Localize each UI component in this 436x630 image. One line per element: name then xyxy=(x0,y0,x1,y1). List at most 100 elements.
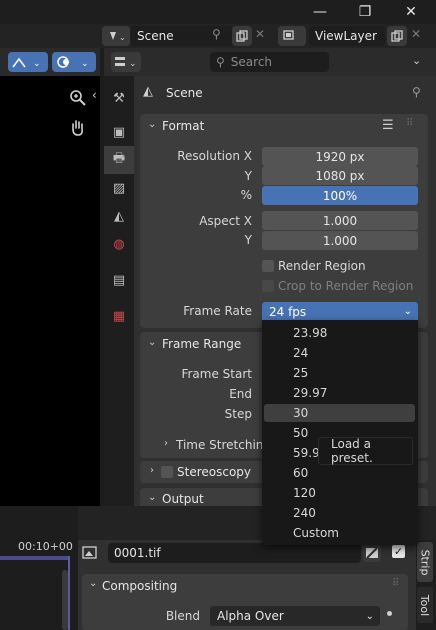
pin-icon[interactable]: ⚲ xyxy=(412,85,421,99)
pan-hand-icon[interactable] xyxy=(68,118,88,138)
tab-collection[interactable]: ▤ xyxy=(104,266,134,294)
tab-tool[interactable]: ⚒ xyxy=(104,84,134,112)
collapse-arrow-icon[interactable]: ⌄ xyxy=(148,119,156,130)
unlink-scene-icon[interactable]: ✕ xyxy=(255,27,269,45)
expand-arrow-icon[interactable]: › xyxy=(164,438,168,449)
scene-icon: ⌄ xyxy=(110,32,125,42)
properties-editor-icon: ⌄ xyxy=(115,57,137,69)
close-button[interactable]: ✕ xyxy=(399,2,423,22)
crop-region-checkbox[interactable] xyxy=(262,280,274,292)
compositing-title[interactable]: Compositing xyxy=(102,579,177,593)
strip-type-button[interactable] xyxy=(363,544,381,562)
tab-tool-sidebar[interactable]: Tool xyxy=(417,587,433,623)
copy-icon xyxy=(391,30,403,42)
gizmo-toggle-button[interactable]: ⌄ xyxy=(8,52,48,72)
frame-rate-value: 24 fps xyxy=(269,304,307,319)
viewlayer-browse-button[interactable] xyxy=(278,26,306,46)
tab-strip[interactable]: Strip xyxy=(417,542,433,582)
playhead-line[interactable] xyxy=(68,556,70,630)
time-readout: 00:10+00 xyxy=(18,540,73,553)
world-icon: ◍ xyxy=(113,236,125,252)
new-viewlayer-button[interactable] xyxy=(387,26,407,46)
tab-scene[interactable]: ◭ xyxy=(104,202,134,230)
render-region-checkbox[interactable] xyxy=(262,260,274,272)
options-dropdown-icon[interactable]: ⌄ xyxy=(412,54,421,67)
chevron-down-icon: ⌄ xyxy=(403,306,412,317)
resolution-x-label: Resolution X xyxy=(177,149,252,163)
new-scene-button[interactable] xyxy=(232,26,252,46)
frame-step-label: Step xyxy=(224,407,252,421)
svg-text:⌄: ⌄ xyxy=(119,33,125,42)
aspect-y-field[interactable]: 1.000 xyxy=(262,231,418,250)
frame-rate-option[interactable]: 23.98 xyxy=(264,324,415,342)
resolution-percent-slider[interactable]: 100% xyxy=(262,186,418,205)
scene-icon: ◭ xyxy=(143,84,153,99)
zoom-icon[interactable] xyxy=(68,88,88,108)
tab-render[interactable]: ▣ xyxy=(104,118,134,146)
render-region-label[interactable]: Render Region xyxy=(278,259,366,273)
tab-world[interactable]: ◍ xyxy=(104,230,134,258)
blend-mode-value: Alpha Over xyxy=(217,609,284,623)
aspect-y-label: Y xyxy=(244,233,252,247)
collapse-arrow-icon[interactable]: ⌄ xyxy=(89,578,97,589)
collapse-arrow-icon[interactable]: ⌄ xyxy=(148,337,156,348)
frame-rate-option[interactable]: 120 xyxy=(264,484,415,502)
output-title[interactable]: Output xyxy=(162,492,204,506)
chevron-down-icon: ⌄ xyxy=(365,610,374,622)
frame-rate-label: Frame Rate xyxy=(183,304,252,318)
minimize-button[interactable]: — xyxy=(308,2,332,22)
gizmo-icon: ⌄ xyxy=(12,57,41,69)
tab-output[interactable]: 🖶 xyxy=(104,146,134,174)
presets-list-icon[interactable]: ☰ xyxy=(382,118,394,133)
overlay-toggle-button[interactable]: ⌄ xyxy=(52,52,96,72)
tab-texture[interactable]: ▦ xyxy=(104,302,134,330)
frame-range-title[interactable]: Frame Range xyxy=(162,337,241,351)
scene-browse-button[interactable]: ⌄ xyxy=(102,26,130,46)
collapse-toolbar-icon[interactable]: ‹ xyxy=(92,88,97,102)
tab-strip-label: Strip xyxy=(418,549,432,575)
keyframe-dot-icon[interactable] xyxy=(387,611,392,616)
viewlayer-name-field[interactable]: ViewLayer xyxy=(309,26,385,46)
collapse-arrow-icon[interactable]: ⌄ xyxy=(148,492,156,503)
collection-icon: ▤ xyxy=(112,272,126,288)
aspect-x-field[interactable]: 1.000 xyxy=(262,211,418,230)
svg-text:⌄: ⌄ xyxy=(33,59,41,69)
blend-mode-dropdown[interactable]: Alpha Over ⌄ xyxy=(210,606,380,626)
drag-handle-icon[interactable]: ⠿ xyxy=(406,118,413,129)
stereoscopy-checkbox[interactable] xyxy=(161,466,173,478)
strip-enable-checkbox[interactable]: ✓ xyxy=(392,545,405,558)
timeline-scrollbar[interactable] xyxy=(62,570,68,630)
frame-rate-option[interactable]: 240 xyxy=(264,504,415,522)
expand-arrow-icon[interactable]: › xyxy=(150,465,154,476)
frame-rate-dropdown[interactable]: 24 fps ⌄ xyxy=(262,302,418,321)
resolution-y-field[interactable]: 1080 px xyxy=(262,166,418,185)
tab-view-layer[interactable]: ▨ xyxy=(104,174,134,202)
time-stretching-subpanel[interactable]: Time Stretching xyxy=(176,438,271,452)
frame-rate-option[interactable]: 60 xyxy=(264,464,415,482)
crop-region-label: Crop to Render Region xyxy=(278,279,414,293)
maximize-button[interactable]: ❐ xyxy=(353,2,377,22)
properties-search-input[interactable]: ⚲ Search xyxy=(210,52,329,72)
frame-rate-option[interactable]: 29.97 xyxy=(264,384,415,402)
pin-icon[interactable]: ⚲ xyxy=(212,27,228,45)
strip-filename-field[interactable]: 0001.tif xyxy=(108,543,361,563)
stereoscopy-title[interactable]: Stereoscopy xyxy=(177,465,251,479)
resolution-x-field[interactable]: 1920 px xyxy=(262,147,418,166)
frame-rate-option[interactable]: 30 xyxy=(264,404,415,422)
viewport[interactable] xyxy=(0,48,100,506)
resolution-y-label: Y xyxy=(244,169,252,183)
frame-rate-option[interactable]: 24 xyxy=(264,344,415,362)
remove-viewlayer-icon[interactable]: ✕ xyxy=(411,27,425,45)
preset-tooltip: Load a preset. xyxy=(318,437,413,465)
frame-rate-option[interactable]: Custom xyxy=(264,524,415,542)
format-panel-title[interactable]: Format xyxy=(162,119,204,133)
aspect-x-label: Aspect X xyxy=(199,214,252,228)
resolution-percent-label: % xyxy=(240,188,252,202)
frame-start-label: Frame Start xyxy=(181,367,252,381)
viewlayer-name: ViewLayer xyxy=(315,29,377,43)
frame-rate-option[interactable]: 25 xyxy=(264,364,415,382)
drag-handle-icon[interactable]: ⠿ xyxy=(392,578,399,589)
strip-filename: 0001.tif xyxy=(114,546,161,560)
editor-type-button[interactable]: ⌄ xyxy=(111,52,141,72)
playhead-range xyxy=(0,556,70,560)
